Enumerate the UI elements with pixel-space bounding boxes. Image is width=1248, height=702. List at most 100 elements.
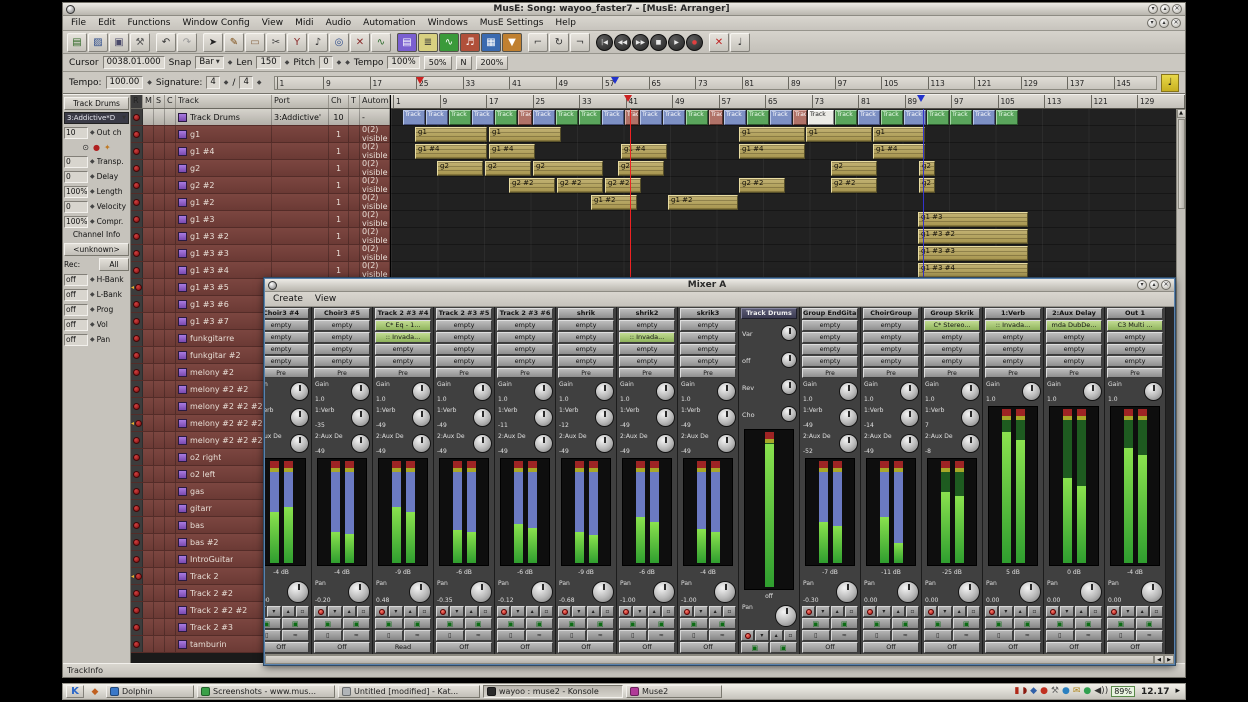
mute-cell[interactable] [143,126,154,142]
solo-cell[interactable] [154,194,165,210]
gain-knob[interactable] [1022,382,1041,401]
pan-knob[interactable] [1080,581,1102,603]
record-button[interactable] [375,606,388,617]
track-port[interactable] [272,211,329,227]
output-routing-button[interactable]: ▣ [404,618,432,629]
strip-name-button[interactable]: Out 1 [1107,308,1163,319]
automation-mode-button[interactable]: Off [863,642,919,653]
effect-slot[interactable]: empty [497,332,553,343]
effect-slot[interactable]: empty [1046,344,1102,355]
battery-indicator[interactable]: 89% [1111,686,1135,697]
effect-slot[interactable]: empty [314,320,370,331]
mute-cell[interactable] [143,551,154,567]
mute-cell[interactable] [143,500,154,516]
pre-fader-button[interactable]: Pre [1046,368,1102,378]
track-port[interactable] [272,245,329,261]
mute-cell[interactable] [143,466,154,482]
midi-part[interactable]: g1 [806,127,872,142]
pre-fader-button[interactable]: Pre [680,368,736,378]
panel-hide-icon[interactable]: ▸ [1175,685,1180,698]
midi-part[interactable]: Track [403,110,425,125]
pre-fader-button[interactable]: Pre [265,368,309,378]
mute-button[interactable]: ▾ [633,606,646,617]
left-locator-marker[interactable] [416,77,424,84]
maximize-button[interactable]: ▴ [1160,4,1170,14]
task-button-untitled-modified-kat[interactable]: Untitled [modified] - Kat... [338,685,480,698]
monitor-button[interactable]: ▫ [296,606,309,617]
menu-window-config[interactable]: Window Config [176,17,255,29]
midi-part[interactable]: Track [973,110,995,125]
automation-mode-button[interactable]: Off [619,642,675,653]
zoom-normal-button[interactable]: N [456,56,472,70]
solo-cell[interactable] [154,347,165,363]
strip-name-button[interactable]: Group Skrik [924,308,980,319]
stereo-button[interactable]: ≈ [831,630,859,641]
record-arm-icon[interactable] [133,250,140,257]
record-button[interactable] [265,606,266,617]
midi-part[interactable]: Track [858,110,880,125]
panic-icon[interactable]: ✕ [709,33,729,52]
input-routing-button[interactable]: ▣ [375,618,403,629]
undo-icon[interactable]: ↶ [156,33,176,52]
pan-knob[interactable] [714,581,736,603]
rewind-icon[interactable]: ◀◀ [614,34,631,51]
record-cell[interactable]: ◂ [131,568,143,584]
menu-edit[interactable]: Edit [92,17,121,29]
mute-cell[interactable] [143,449,154,465]
trackinfo-tab[interactable]: TrackInfo [67,666,103,675]
record-button[interactable] [741,630,754,641]
mixer-menu-create[interactable]: Create [267,293,309,305]
taskbar-clock[interactable]: 12.17 [1138,687,1172,697]
aux-send-knob[interactable] [839,434,858,453]
effect-slot[interactable]: empty [619,320,675,331]
record-arm-icon[interactable] [133,522,140,529]
gain-knob[interactable] [961,382,980,401]
pan-knob[interactable] [287,581,309,603]
midi-part[interactable]: g2 [831,161,877,176]
midi-part[interactable]: Track [602,110,624,125]
effect-slot[interactable]: :: Invada... [985,320,1041,331]
effect-slot[interactable]: empty [924,344,980,355]
input-routing-button[interactable]: ▣ [314,618,342,629]
record-cell[interactable]: ◂ [131,279,143,295]
track-channel[interactable]: 1 [329,160,349,176]
midi-part[interactable]: Track [793,110,807,125]
gain-knob[interactable] [717,382,736,401]
forward-icon[interactable]: ▶▶ [632,34,649,51]
close-button[interactable]: ✕ [1172,4,1182,14]
midi-part[interactable]: Track [996,110,1018,125]
drum-editor-icon[interactable]: ▦ [481,33,501,52]
track-channel[interactable]: 1 [329,245,349,261]
pitch-spinner-2[interactable]: ◆ [345,60,350,66]
track-port[interactable] [272,194,329,210]
record-cell[interactable] [131,330,143,346]
mute-button[interactable]: ▾ [694,606,707,617]
pan-knob[interactable] [1019,581,1041,603]
strip-name-button[interactable]: Track 2 #3 #4 [375,308,431,319]
menu-audio[interactable]: Audio [320,17,358,29]
solo-cell[interactable] [154,449,165,465]
column-header-r[interactable]: R [131,95,143,108]
mute-cell[interactable] [143,619,154,635]
record-arm-icon[interactable] [133,114,140,121]
spinner-icon[interactable]: ◆ [90,277,95,283]
record-cell[interactable] [131,160,143,176]
task-button-muse2[interactable]: Muse2 [626,685,722,698]
effect-slot[interactable]: empty [265,356,309,367]
menu-muse-settings[interactable]: MusE Settings [474,17,550,29]
record-arm-icon[interactable] [133,233,140,240]
record-arm-icon[interactable] [133,386,140,393]
signature-numerator[interactable]: 4 [206,76,219,89]
track-channel[interactable]: 1 [329,262,349,278]
monitor-button[interactable]: ▫ [1150,606,1163,617]
effect-slot[interactable]: empty [436,356,492,367]
effect-slot[interactable]: empty [680,344,736,355]
column-header-track[interactable]: Track [176,95,272,108]
record-cell[interactable] [131,432,143,448]
track-row[interactable]: g2 #210(2) visible [131,177,390,194]
midi-out-icon[interactable]: ✦ [104,143,111,152]
record-arm-icon[interactable] [135,420,142,427]
record-arm-icon[interactable] [133,505,140,512]
mute-button[interactable]: ▾ [389,606,402,617]
mono-button[interactable]: ▯ [558,630,586,641]
